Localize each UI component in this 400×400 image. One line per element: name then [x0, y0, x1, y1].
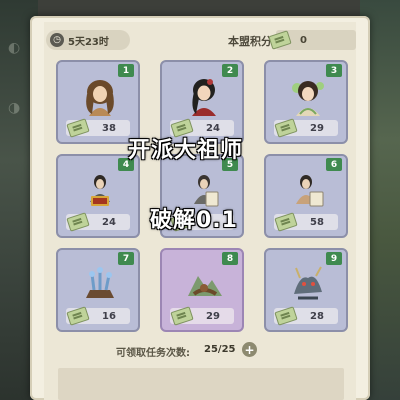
- ticket-icon: [170, 306, 194, 326]
- card-cost: 29: [170, 306, 234, 326]
- watermark-subtitle: 破解0.1: [150, 208, 238, 233]
- card-number: 9: [326, 252, 342, 265]
- plus-icon[interactable]: +: [242, 342, 257, 357]
- card-cost-value: 58: [310, 216, 324, 228]
- card-number: 2: [222, 64, 238, 77]
- card-cost-value: 29: [310, 122, 324, 134]
- skill-book-figure-icon: [80, 170, 120, 210]
- ticket-icon: [274, 212, 298, 232]
- card-cost: 28: [274, 306, 338, 326]
- card-cost-value: 24: [102, 216, 116, 228]
- background-glyph: ◑: [8, 100, 21, 116]
- background-glyph: ◐: [8, 40, 21, 56]
- card-cost: 29: [274, 118, 338, 138]
- landscape-treasure-icon: [184, 264, 224, 304]
- claimable-tasks-label: 可领取任务次数:: [116, 348, 190, 359]
- task-card-9[interactable]: 9 28: [264, 248, 348, 332]
- card-number: 6: [326, 158, 342, 171]
- card-cost: 16: [66, 306, 130, 326]
- ticket-icon: [274, 306, 298, 326]
- task-grid: 1 38 2 24 3 29 4 24 5 6 58 7 16 8 29 9 2…: [24, 44, 348, 332]
- ticket-icon: [66, 306, 90, 326]
- card-cost-value: 29: [206, 310, 220, 322]
- watermark-title: 开派大祖师: [128, 138, 244, 163]
- bottom-panel: [58, 368, 344, 400]
- card-cost: 58: [274, 212, 338, 232]
- ticket-icon: [274, 118, 298, 138]
- ticket-icon: [66, 118, 90, 138]
- claimable-tasks-value: 25/25: [204, 344, 236, 355]
- claimable-tasks-row: 可领取任务次数: 25/25 +: [0, 342, 400, 360]
- card-number: 1: [118, 64, 134, 77]
- card-cost: 24: [66, 212, 130, 232]
- card-cost: 38: [66, 118, 130, 138]
- female-disciple-icon: [184, 76, 224, 116]
- ticket-icon: [66, 212, 90, 232]
- skill-book-figure-icon: [288, 170, 328, 210]
- card-number: 7: [118, 252, 134, 265]
- card-cost-value: 28: [310, 310, 324, 322]
- card-number: 8: [222, 252, 238, 265]
- task-card-3[interactable]: 3 29: [264, 60, 348, 144]
- crystal-tree-icon: [80, 264, 120, 304]
- female-disciple-icon: [288, 76, 328, 116]
- task-card-7[interactable]: 7 16: [56, 248, 140, 332]
- task-card-8[interactable]: 8 29: [160, 248, 244, 332]
- card-number: 3: [326, 64, 342, 77]
- card-cost-value: 16: [102, 310, 116, 322]
- female-disciple-icon: [80, 76, 120, 116]
- task-card-4[interactable]: 4 24: [56, 154, 140, 238]
- monster-beast-icon: [288, 264, 328, 304]
- card-cost-value: 38: [102, 122, 116, 134]
- task-card-6[interactable]: 6 58: [264, 154, 348, 238]
